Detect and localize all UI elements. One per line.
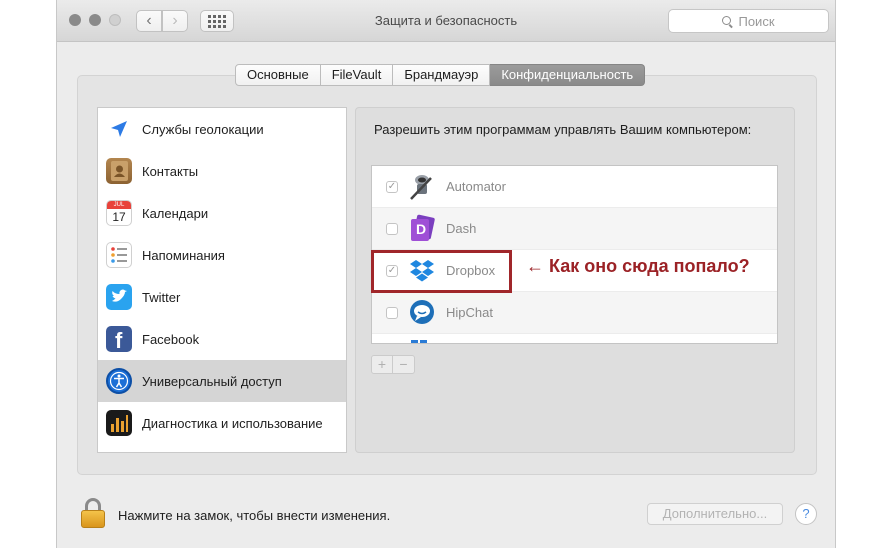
list-item[interactable]: D Dash [372,208,777,250]
add-app-button[interactable]: + [371,355,393,374]
calendar-icon-day: 17 [112,210,126,224]
app-name: Dash [446,221,477,236]
app-checkbox[interactable]: ✓ [386,180,398,193]
sidebar-item-accessibility[interactable]: Универсальный доступ [98,360,346,402]
tab-firewall[interactable]: Брандмауэр [393,64,491,86]
list-item[interactable] [372,334,777,343]
dropbox-highlight-box [371,250,512,293]
sidebar-item-label: Twitter [142,289,181,305]
preferences-window: Защита и безопасность ‹ › Поиск Основные… [56,0,836,548]
sidebar-item-label: Диагностика и использование [142,415,323,431]
minimize-window-button[interactable] [89,14,101,26]
app-name: Automator [446,179,506,194]
dash-glyph: D [416,220,427,237]
sidebar-item-reminders[interactable]: Напоминания [98,234,346,276]
sidebar-item-location-services[interactable]: Службы геолокации [98,108,346,150]
location-arrow-icon [106,116,132,142]
diagnostics-icon [106,410,132,436]
tab-bar: Основные FileVault Брандмауэр Конфиденци… [235,64,646,86]
twitter-bird-icon [106,284,132,310]
forward-button[interactable]: › [162,10,188,32]
title-bar: Защита и безопасность ‹ › Поиск [57,0,835,42]
remove-app-button[interactable]: − [393,355,415,374]
sidebar-item-label: Универсальный доступ [142,373,282,389]
accessibility-icon [106,368,132,394]
sidebar-item-label: Календари [142,205,209,221]
tab-filevault[interactable]: FileVault [320,64,394,86]
sidebar-item-label: Facebook [142,331,200,347]
app-checkbox[interactable] [386,222,398,235]
calendar-icon: JUL 17 [106,200,132,226]
lock-icon[interactable] [81,498,105,528]
chevron-left-icon: ‹ [146,12,152,29]
chevron-right-icon: › [172,12,178,29]
list-item[interactable]: HipChat [372,292,777,334]
facebook-glyph: f [115,328,123,352]
app-icon [407,340,437,343]
help-button[interactable]: ? [795,503,817,525]
hipchat-icon [407,298,437,328]
lock-hint-text: Нажмите на замок, чтобы внести изменения… [118,508,391,523]
sidebar-item-label: Контакты [142,163,199,179]
tab-privacy[interactable]: Конфиденциальность [490,64,646,86]
contacts-book-icon [106,158,132,184]
tab-general[interactable]: Основные [235,64,321,86]
back-button[interactable]: ‹ [136,10,162,32]
privacy-category-list: Службы геолокации Контакты JUL 17 Календ… [97,107,347,453]
sidebar-item-calendars[interactable]: JUL 17 Календари [98,192,346,234]
reminders-list-icon [106,242,132,268]
advanced-button[interactable]: Дополнительно... [647,503,783,525]
calendar-icon-month: JUL [107,201,131,209]
app-name: HipChat [446,305,493,320]
allowed-apps-heading: Разрешить этим программам управлять Ваши… [374,122,752,137]
close-window-button[interactable] [69,14,81,26]
sidebar-item-facebook[interactable]: f Facebook [98,318,346,360]
add-remove-controls: + − [371,355,415,374]
sidebar-item-label: Напоминания [142,247,225,263]
grid-icon [208,14,226,28]
list-item[interactable]: ✓ Automator [372,166,777,208]
automator-robot-icon [407,172,437,202]
facebook-icon: f [106,326,132,352]
search-field[interactable]: Поиск [668,9,829,33]
sidebar-item-label: Службы геолокации [142,121,264,137]
dropbox-annotation: ← Как оно сюда попало? [526,256,750,276]
sidebar-item-contacts[interactable]: Контакты [98,150,346,192]
zoom-window-button[interactable] [109,14,121,26]
show-all-button[interactable] [200,10,234,32]
dash-icon: D [407,214,437,244]
app-checkbox[interactable] [386,306,398,319]
sidebar-item-diagnostics[interactable]: Диагностика и использование [98,402,346,444]
search-icon [722,16,732,26]
sidebar-item-twitter[interactable]: Twitter [98,276,346,318]
search-placeholder: Поиск [738,13,775,29]
